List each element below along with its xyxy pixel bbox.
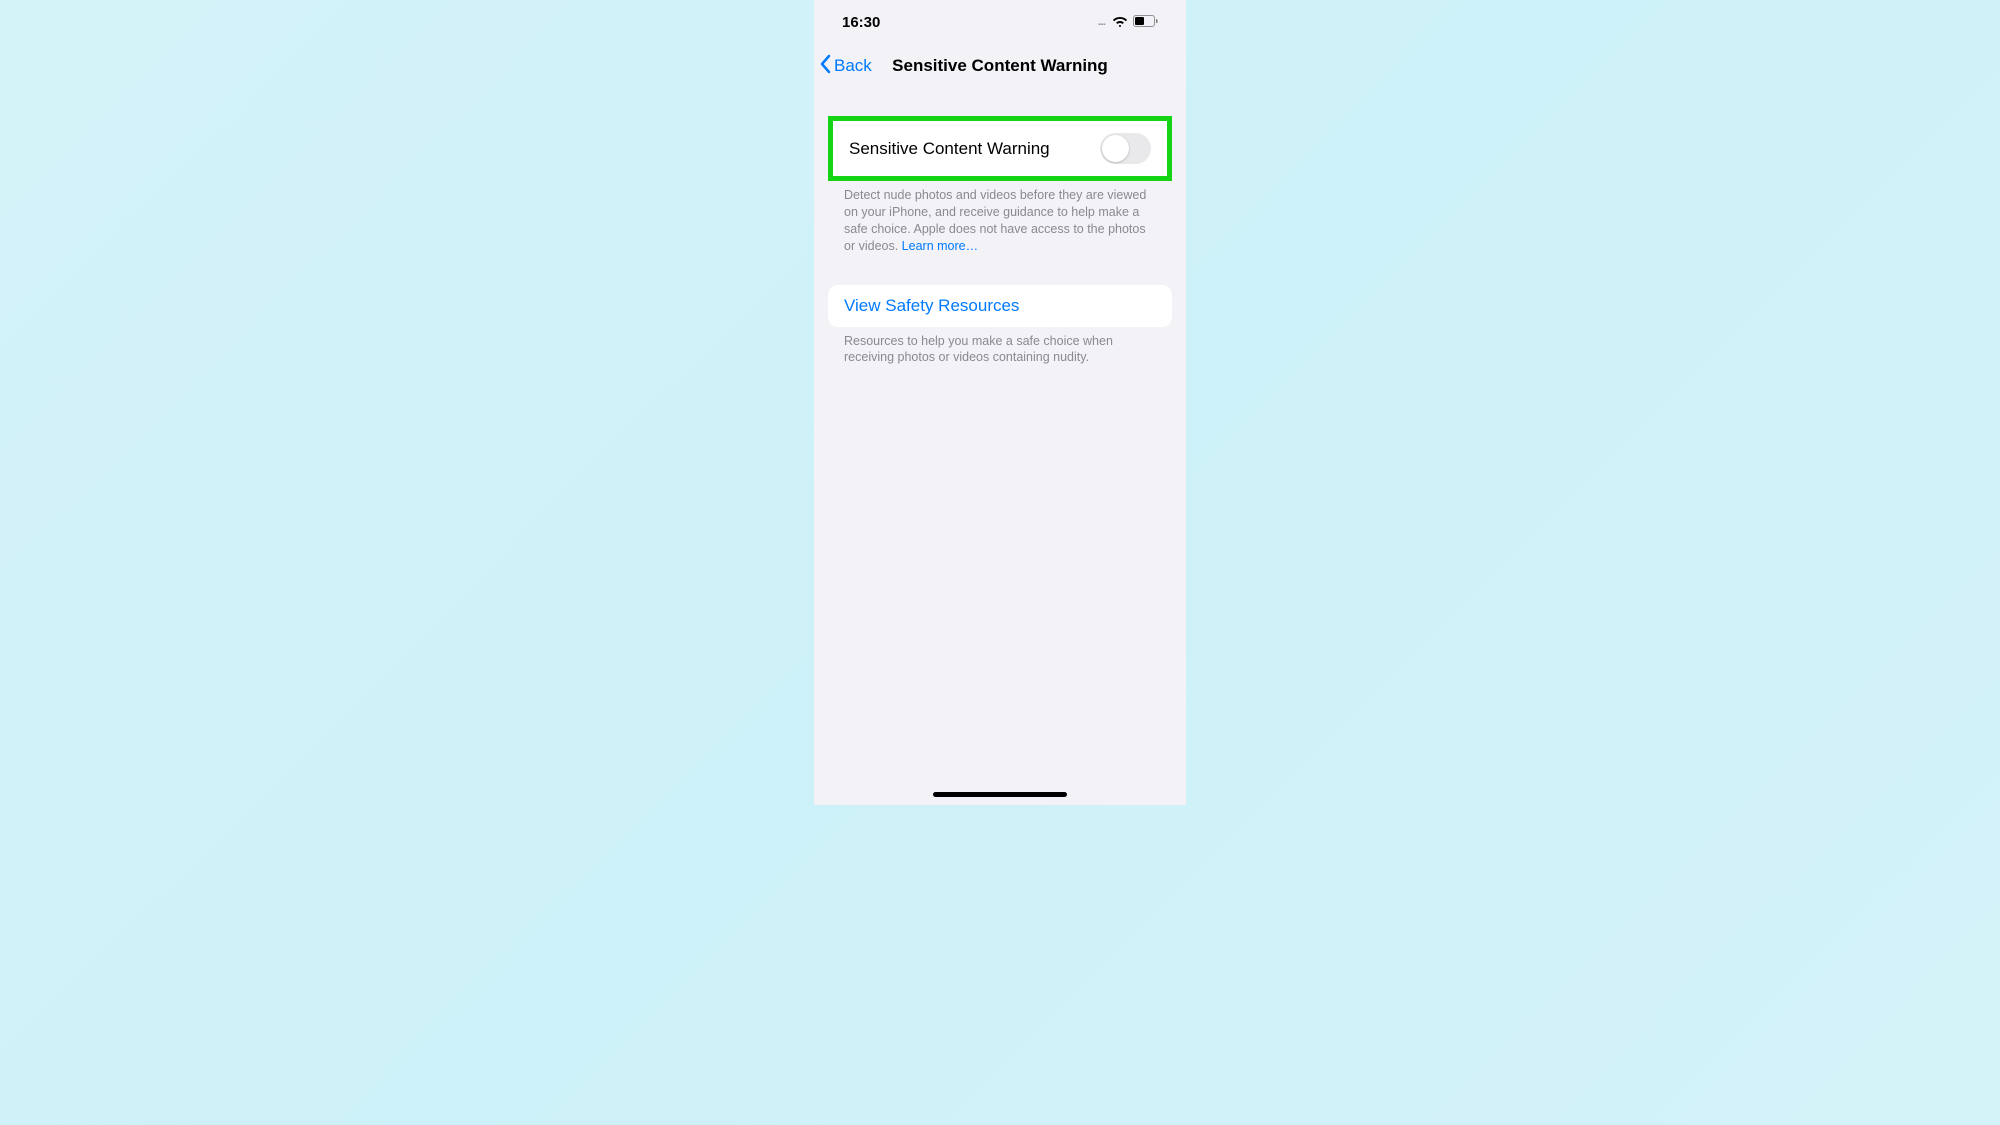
phone-frame: 16:30 .... Back Sensitive Content Warnin…: [814, 0, 1186, 805]
resources-group: View Safety Resources: [828, 285, 1172, 327]
home-indicator: [933, 792, 1067, 797]
learn-more-link[interactable]: Learn more…: [902, 239, 978, 253]
status-right-cluster: ....: [1098, 14, 1158, 31]
content-area: Sensitive Content Warning Detect nude ph…: [814, 88, 1186, 805]
view-safety-resources-button[interactable]: View Safety Resources: [828, 285, 1172, 327]
resources-footer-text: Resources to help you make a safe choice…: [814, 327, 1186, 367]
toggle-footer-text: Detect nude photos and videos before the…: [814, 181, 1186, 255]
cellular-dots: ....: [1098, 17, 1105, 28]
toggle-label: Sensitive Content Warning: [849, 139, 1050, 159]
status-time: 16:30: [842, 14, 880, 31]
status-bar: 16:30 ....: [814, 0, 1186, 44]
highlight-box: Sensitive Content Warning: [828, 116, 1172, 181]
toggle-knob: [1102, 135, 1129, 162]
spacer: [814, 255, 1186, 285]
resources-label: View Safety Resources: [844, 296, 1019, 316]
chevron-left-icon: [820, 54, 832, 79]
sensitive-content-toggle-row[interactable]: Sensitive Content Warning: [833, 121, 1167, 176]
sensitive-content-toggle[interactable]: [1100, 133, 1151, 164]
back-button[interactable]: Back: [820, 54, 872, 79]
nav-bar: Back Sensitive Content Warning: [814, 44, 1186, 88]
battery-icon: [1133, 14, 1158, 31]
back-label: Back: [834, 56, 872, 76]
toggle-group: Sensitive Content Warning: [833, 121, 1167, 176]
wifi-icon: [1112, 14, 1128, 31]
toggle-footer-body: Detect nude photos and videos before the…: [844, 188, 1146, 253]
